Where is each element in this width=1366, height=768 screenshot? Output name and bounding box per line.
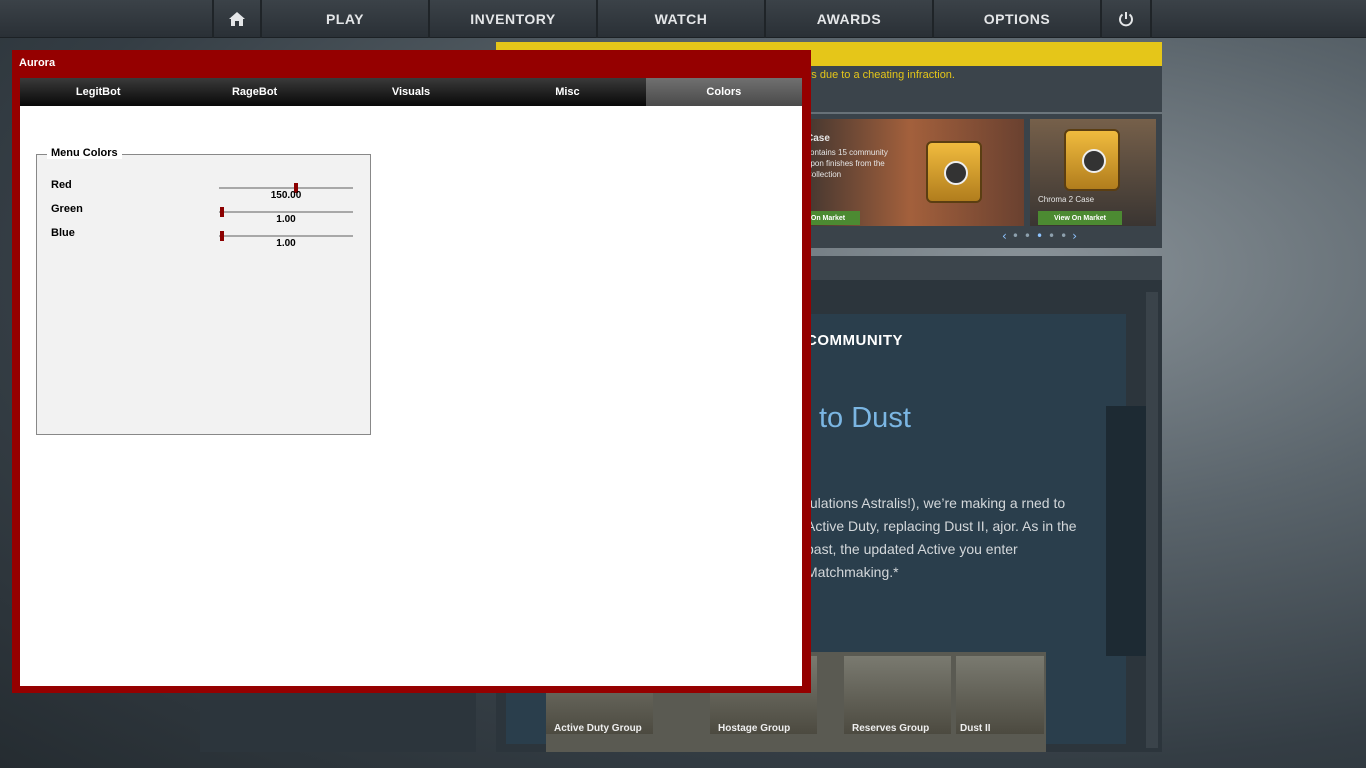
news-body: tulations Astralis!), we’re making a rne… [806,495,1077,580]
home-icon [229,12,245,26]
slider-row-red: Red 150.00 [51,179,361,203]
thumb-label: Dust II [960,723,991,734]
tab-visuals[interactable]: Visuals [332,78,490,106]
store-card-case[interactable]: Case contains 15 community apon finishes… [796,119,1024,226]
community-heading: COMMUNITY [806,332,903,349]
slider-value: 150.00 [270,190,302,201]
tab-misc[interactable]: Misc [489,78,646,106]
window-title: Aurora [19,57,56,69]
nav-options[interactable]: OPTIONS [934,0,1102,38]
slider-label: Blue [51,227,75,239]
nav-watch[interactable]: WATCH [598,0,766,38]
main-nav: PLAY INVENTORY WATCH AWARDS OPTIONS [212,0,1152,38]
store-card-chroma2[interactable]: Chroma 2 Case View On Market [1030,119,1156,226]
chroma-case-label: Chroma 2 Case [1038,195,1095,204]
thumb-dust2[interactable]: Dust II [956,656,1044,734]
slider-value: 1.00 [276,214,296,225]
view-on-market-button[interactable]: View On Market [1038,211,1122,225]
group-title: Menu Colors [47,147,122,159]
chevron-right-icon[interactable]: › [1072,229,1082,243]
case-description: contains 15 community apon finishes from… [806,148,888,179]
slider-row-blue: Blue 1.00 [51,227,361,251]
tab-ragebot[interactable]: RageBot [176,78,333,106]
tab-legitbot[interactable]: LegitBot [20,78,177,106]
slider-value: 1.00 [276,238,296,249]
slider-track [219,235,353,237]
top-nav-bar: PLAY INVENTORY WATCH AWARDS OPTIONS [0,0,1366,38]
slider-track [219,211,353,213]
power-button[interactable] [1102,0,1152,38]
menu-colors-group: Menu Colors Red 150.00 Green 1.00 Blue 1… [36,147,371,435]
power-icon [1119,12,1133,27]
thumb-reserves[interactable]: Reserves Group [844,656,951,734]
slider-track [219,187,353,189]
weapon-case-icon [926,141,982,203]
news-title: to Dust [819,402,911,434]
tab-colors[interactable]: Colors [645,78,803,106]
nav-play[interactable]: PLAY [262,0,430,38]
left-background-panel [200,692,476,752]
slider-row-green: Green 1.00 [51,203,361,227]
home-button[interactable] [212,0,262,38]
tab-bar: LegitBot RageBot Visuals Misc Colors [20,78,803,106]
thumb-label: Active Duty Group [554,723,642,734]
news-sidebar [1106,406,1146,656]
carousel-dots[interactable]: ‹•••••› [1002,229,1082,243]
news-scrollbar[interactable] [1146,292,1158,748]
thumb-label: Reserves Group [852,723,930,734]
slider-label: Red [51,179,72,191]
chroma-case-icon [1064,129,1120,191]
slider-label: Green [51,203,83,215]
window-body: LegitBot RageBot Visuals Misc Colors Men… [20,78,803,686]
aurora-window: Aurora LegitBot RageBot Visuals Misc Col… [12,50,811,693]
alert-text: vers due to a cheating infraction. [796,69,955,81]
nav-inventory[interactable]: INVENTORY [430,0,598,38]
chevron-left-icon[interactable]: ‹ [1002,229,1012,243]
nav-awards[interactable]: AWARDS [766,0,934,38]
thumb-label: Hostage Group [718,723,791,734]
